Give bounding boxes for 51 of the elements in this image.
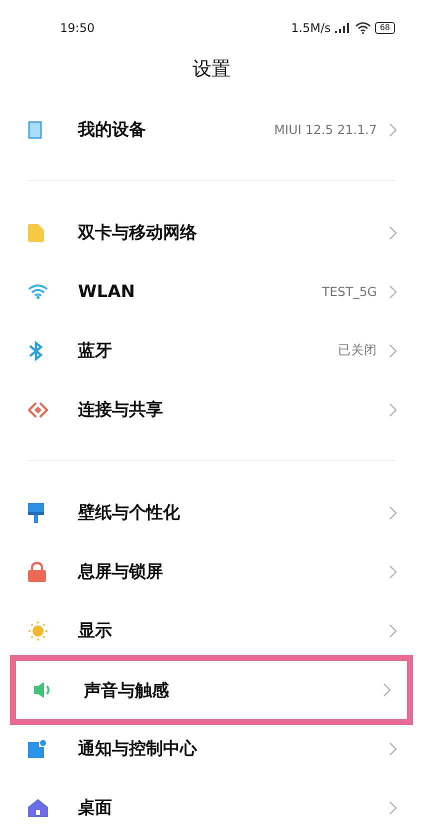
chevron-icon: [389, 284, 397, 298]
row-value: 已关闭: [338, 342, 377, 359]
row-value: MIUI 12.5 21.1.7: [274, 122, 377, 137]
sim-card-icon: [28, 224, 44, 242]
page-title: 设置: [192, 57, 232, 82]
row-label: 蓝牙: [78, 340, 113, 362]
chevron-icon: [383, 683, 391, 697]
settings-row[interactable]: 壁纸与个性化: [0, 483, 423, 542]
wifi-icon: [28, 284, 48, 299]
settings-row[interactable]: 声音与触感: [10, 655, 413, 725]
sun-icon: [28, 620, 48, 640]
settings-row[interactable]: WLAN TEST_5G: [0, 262, 423, 321]
paint-roller-icon: [28, 502, 44, 522]
tablet-icon: [28, 120, 42, 138]
chevron-icon: [389, 402, 397, 416]
row-label: 连接与共享: [78, 399, 164, 421]
row-label: 我的设备: [78, 119, 147, 141]
notification-icon: [28, 740, 46, 758]
row-label: 壁纸与个性化: [78, 502, 181, 524]
status-time: 19:50: [60, 20, 95, 34]
chevron-icon: [389, 122, 397, 136]
settings-row[interactable]: 连接与共享: [0, 380, 423, 439]
chevron-icon: [389, 624, 397, 638]
chevron-icon: [389, 226, 397, 240]
home-icon: [28, 798, 48, 816]
bluetooth-icon: [28, 340, 44, 360]
settings-row[interactable]: 我的设备 MIUI 12.5 21.1.7: [0, 100, 423, 159]
settings-row[interactable]: 蓝牙 已关闭: [0, 321, 423, 380]
row-label: 声音与触感: [84, 680, 170, 702]
settings-row[interactable]: 桌面: [0, 778, 423, 826]
row-label: 通知与控制中心: [78, 738, 198, 760]
chevron-icon: [389, 742, 397, 756]
wifi-status-icon: [354, 22, 371, 34]
row-label: 桌面: [78, 797, 113, 819]
settings-row[interactable]: 息屏与锁屏: [0, 542, 423, 601]
battery-indicator: 68: [374, 22, 395, 34]
lock-icon: [28, 562, 46, 582]
speaker-icon: [34, 681, 52, 699]
row-label: 双卡与移动网络: [78, 222, 198, 244]
row-label: 息屏与锁屏: [78, 561, 164, 583]
row-label: WLAN: [78, 282, 136, 302]
row-label: 显示: [78, 620, 113, 642]
signal-icon: [334, 22, 351, 32]
settings-row[interactable]: 双卡与移动网络: [0, 203, 423, 262]
chevron-icon: [389, 344, 397, 358]
share-icon: [28, 400, 48, 418]
chevron-icon: [389, 506, 397, 520]
chevron-icon: [389, 564, 397, 578]
network-speed: 1.5M/s: [291, 20, 331, 34]
chevron-icon: [389, 800, 397, 814]
row-value: TEST_5G: [322, 284, 377, 299]
